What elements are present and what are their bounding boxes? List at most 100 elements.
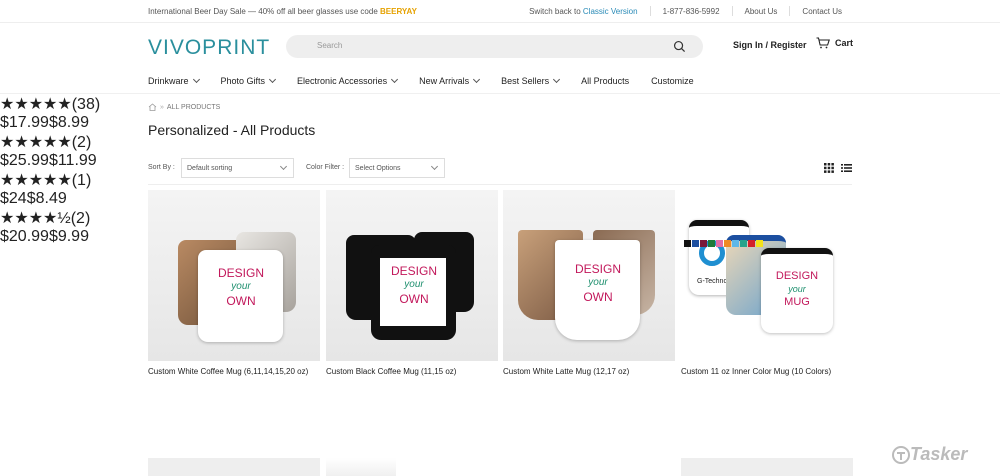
chevron-down-icon [553, 75, 561, 84]
original-price: $17.99 [0, 114, 49, 131]
nav-drinkware[interactable]: Drinkware [148, 70, 200, 93]
product-card[interactable]: DESIGN your OWN Custom White Coffee Mug … [148, 190, 320, 379]
brand-text: G-Techno [697, 278, 728, 285]
product-name[interactable]: Custom Black Coffee Mug (11,15 oz) [326, 365, 491, 379]
color-filter-label: Color Filter : [306, 164, 345, 171]
promo-text: International Beer Day Sale — 40% off al… [148, 7, 417, 16]
contact-us-link[interactable]: Contact Us [802, 7, 842, 16]
cart-icon [816, 37, 830, 49]
breadcrumb-separator-icon: » [160, 103, 164, 111]
nav-label: Electronic Accessories [297, 76, 388, 86]
color-swatch[interactable] [692, 240, 699, 247]
nav-best-sellers[interactable]: Best Sellers [501, 70, 561, 93]
mug-text-line: MUG [784, 296, 810, 308]
original-price: $20.99 [0, 228, 49, 245]
grid-view-icon[interactable] [824, 163, 834, 173]
nav-label: All Products [581, 76, 630, 86]
mug-print-text: DESIGN your MUG [769, 270, 825, 309]
color-swatch[interactable] [756, 240, 763, 247]
color-filter-value: Select Options [355, 165, 401, 172]
nav-label: Drinkware [148, 76, 189, 86]
product-name[interactable]: Custom White Latte Mug (12,17 oz) [503, 365, 668, 379]
sort-by-label: Sort By : [148, 164, 175, 171]
color-swatch[interactable] [708, 240, 715, 247]
original-price: $25.99 [0, 152, 49, 169]
breadcrumb: » ALL PRODUCTS [148, 103, 220, 111]
mug-print-text: DESIGN your OWN [382, 264, 446, 306]
star-icon: ★★★★½ [0, 210, 71, 227]
product-card[interactable]: DESIGN your OWN Custom White Latte Mug (… [503, 190, 675, 379]
page-title: Personalized - All Products [148, 122, 316, 138]
chevron-down-icon [269, 75, 277, 84]
home-icon[interactable] [148, 103, 157, 111]
about-us-link[interactable]: About Us [745, 7, 778, 16]
color-swatch[interactable] [724, 240, 731, 247]
product-image-partial[interactable] [681, 458, 853, 476]
sort-value: Default sorting [187, 165, 233, 172]
mug-text-line: your [588, 277, 608, 288]
nav-electronic-accessories[interactable]: Electronic Accessories [297, 70, 399, 93]
product-card[interactable]: G-Techno DESIGN your MUG Custom 11 oz In… [681, 190, 853, 379]
product-image-partial[interactable] [326, 458, 396, 476]
star-icon: ★★★★★ [0, 96, 72, 113]
mug-text-line: DESIGN [217, 266, 264, 280]
color-filter-select[interactable]: Select Options [349, 158, 445, 178]
list-view-icon[interactable] [841, 163, 852, 173]
product-name[interactable]: Custom 11 oz Inner Color Mug (10 Colors) [681, 365, 846, 379]
nav-new-arrivals[interactable]: New Arrivals [419, 70, 481, 93]
search-icon[interactable] [673, 40, 686, 53]
nav-photo-gifts[interactable]: Photo Gifts [221, 70, 277, 93]
mug-print-text: DESIGN your OWN [566, 262, 630, 304]
chevron-down-icon [279, 162, 288, 171]
color-swatch[interactable] [684, 240, 691, 247]
mug-text-line: DESIGN [390, 264, 437, 278]
review-count[interactable]: (2) [72, 134, 92, 151]
product-image-black-mug[interactable]: DESIGN your OWN [326, 190, 498, 361]
watermark-text: Tasker [910, 444, 968, 464]
product-image-partial[interactable] [148, 458, 320, 476]
nav-customize[interactable]: Customize [651, 70, 694, 93]
product-image-inner-color-mug[interactable]: G-Techno DESIGN your MUG [681, 190, 853, 361]
sale-price: $9.99 [48, 228, 89, 245]
mug-text-line: DESIGN [775, 270, 819, 282]
search-bar[interactable]: Search [286, 35, 703, 58]
review-count[interactable]: (1) [72, 172, 92, 189]
nav-label: Best Sellers [501, 76, 550, 86]
nav-label: Customize [651, 76, 694, 86]
mug-text-line: OWN [399, 292, 429, 306]
mug-text-line: OWN [583, 290, 613, 304]
chevron-down-icon [192, 75, 200, 84]
sale-price: $11.99 [48, 152, 97, 169]
chevron-down-icon [430, 162, 439, 171]
chevron-down-icon [391, 75, 399, 84]
cart-button[interactable]: Cart [816, 37, 853, 49]
product-image-white-mug[interactable]: DESIGN your OWN [148, 190, 320, 361]
color-swatch[interactable] [700, 240, 707, 247]
review-count[interactable]: (2) [71, 210, 91, 227]
watermark: Tasker [892, 444, 967, 465]
tasker-logo-icon [892, 445, 910, 464]
mug-text-line: your [404, 279, 424, 290]
site-logo[interactable]: VIVOPRINT [148, 36, 270, 60]
color-swatch[interactable] [732, 240, 739, 247]
product-image-latte-mug[interactable]: DESIGN your OWN [503, 190, 675, 361]
color-swatch[interactable] [716, 240, 723, 247]
product-name[interactable]: Custom White Coffee Mug (6,11,14,15,20 o… [148, 365, 313, 379]
phone-number[interactable]: 1-877-836-5992 [663, 7, 720, 16]
switch-version-label: Switch back to [529, 7, 581, 16]
product-card[interactable]: DESIGN your OWN Custom Black Coffee Mug … [326, 190, 498, 379]
cart-label: Cart [835, 38, 854, 48]
sort-toolbar: Sort By : Default sorting Color Filter :… [148, 157, 852, 185]
divider [731, 6, 733, 16]
color-swatch[interactable] [748, 240, 755, 247]
color-swatch[interactable] [740, 240, 747, 247]
search-input[interactable]: Search [317, 41, 342, 50]
site-header: VIVOPRINT Search Sign In / Register Cart [0, 23, 1000, 70]
classic-version-link[interactable]: Classic Version [583, 7, 638, 16]
sort-select[interactable]: Default sorting [181, 158, 294, 178]
nav-all-products[interactable]: All Products [581, 70, 629, 93]
sign-in-link[interactable]: Sign In / Register [733, 40, 807, 50]
color-swatches [684, 240, 764, 247]
review-count[interactable]: (38) [72, 96, 100, 113]
original-price: $24 [0, 190, 27, 207]
